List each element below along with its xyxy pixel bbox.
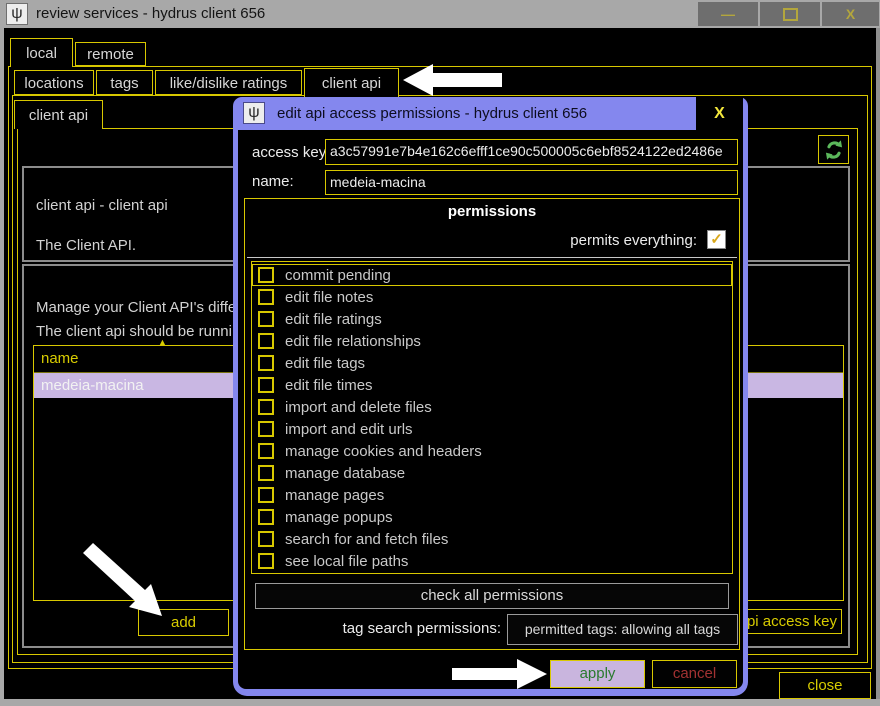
close-icon: X [846,6,855,22]
refresh-button[interactable] [818,135,849,164]
permission-row[interactable]: manage pages [252,484,732,506]
permits-everything-checkbox[interactable]: ✓ [707,230,726,249]
minimize-icon: — [721,6,735,22]
maximize-icon [783,8,798,21]
permission-row[interactable]: search for and fetch files [252,528,732,550]
checkbox-icon[interactable] [258,377,274,393]
permission-label: see local file paths [285,553,408,570]
window-border-left [0,28,4,699]
permission-row[interactable]: see local file paths [252,550,732,572]
checkbox-icon[interactable] [258,311,274,327]
tab-like-dislike-ratings[interactable]: like/dislike ratings [155,70,302,95]
dialog-close-icon: X [714,105,725,122]
manage-text-line2: The client api should be runnin [36,323,240,340]
checkbox-icon[interactable] [258,289,274,305]
permission-label: commit pending [285,267,391,284]
tab-remote[interactable]: remote [75,42,146,66]
checkbox-icon[interactable] [258,399,274,415]
permission-row[interactable]: edit file notes [252,286,732,308]
tab-locations[interactable]: locations [14,70,94,95]
permission-label: edit file tags [285,355,365,372]
dialog-edit-api-permissions: ψ edit api access permissions - hydrus c… [233,97,748,696]
tag-search-permissions-button[interactable]: permitted tags: allowing all tags [507,614,738,645]
access-key-input[interactable]: a3c57991e7b4e162c6efff1ce90c500005c6ebf8… [325,139,738,165]
name-input[interactable]: medeia-macina [325,170,738,195]
checkbox-icon[interactable] [258,355,274,371]
permission-label: import and delete files [285,399,432,416]
service-info-description: The Client API. [36,237,136,254]
checked-icon: ✓ [710,231,723,248]
minimize-button[interactable]: — [698,2,758,26]
permission-row[interactable]: edit file relationships [252,330,732,352]
permission-label: manage popups [285,509,393,526]
window-titlebar: ψ review services - hydrus client 656 — … [0,0,880,28]
tag-search-permissions-label: tag search permissions: [245,620,501,637]
checkbox-icon[interactable] [258,465,274,481]
review-services-window: ψ review services - hydrus client 656 — … [0,0,880,706]
permission-label: import and edit urls [285,421,413,438]
window-border-right [876,28,880,699]
name-label: name: [252,173,294,190]
permission-row[interactable]: import and delete files [252,396,732,418]
permissions-groupbox: permissions permits everything: ✓ commit… [244,198,740,650]
checkbox-icon[interactable] [258,509,274,525]
tab-client-api-service[interactable]: client api [14,100,103,129]
permission-label: edit file relationships [285,333,421,350]
permissions-group-title: permissions [245,203,739,220]
sort-ascending-icon: ▲ [158,337,167,347]
service-info-title: client api - client api [36,197,168,214]
dialog-close-button[interactable]: X [696,97,743,130]
permission-row[interactable]: edit file ratings [252,308,732,330]
permission-label: manage database [285,465,405,482]
permission-row[interactable]: commit pending [252,264,732,286]
permits-everything-label: permits everything: [570,232,697,249]
checkbox-icon[interactable] [258,553,274,569]
dialog-hydrus-icon: ψ [243,102,265,124]
copy-api-access-key-button[interactable]: pi access key [742,609,842,634]
permission-label: search for and fetch files [285,531,448,548]
permissions-divider [247,257,737,258]
checkbox-icon[interactable] [258,333,274,349]
hydrus-app-icon: ψ [6,3,28,25]
permission-row[interactable]: import and edit urls [252,418,732,440]
tab-local[interactable]: local [10,38,73,67]
dialog-title: edit api access permissions - hydrus cli… [277,105,587,122]
permission-row[interactable]: manage database [252,462,732,484]
permissions-list: commit pending edit file notes edit file… [251,261,733,574]
permission-row[interactable]: edit file times [252,374,732,396]
permission-label: manage cookies and headers [285,443,482,460]
permission-row[interactable]: edit file tags [252,352,732,374]
check-all-permissions-button[interactable]: check all permissions [255,583,729,609]
window-title: review services - hydrus client 656 [36,5,265,22]
cancel-button[interactable]: cancel [652,660,737,688]
refresh-icon [823,139,845,161]
window-border-bottom [0,699,880,706]
permission-label: manage pages [285,487,384,504]
permission-label: edit file ratings [285,311,382,328]
access-key-label: access key: [252,144,330,161]
permission-label: edit file notes [285,289,373,306]
checkbox-icon[interactable] [258,443,274,459]
permission-row[interactable]: manage cookies and headers [252,440,732,462]
apply-button[interactable]: apply [550,660,645,688]
maximize-button[interactable] [760,2,820,26]
permission-row[interactable]: manage popups [252,506,732,528]
close-window-button[interactable]: X [822,2,879,26]
tab-tags[interactable]: tags [96,70,153,95]
checkbox-icon[interactable] [258,421,274,437]
tab-client-api[interactable]: client api [304,68,399,97]
dialog-body: access key: a3c57991e7b4e162c6efff1ce90c… [238,130,743,689]
checkbox-icon[interactable] [258,487,274,503]
close-button[interactable]: close [779,672,871,699]
checkbox-icon[interactable] [258,267,274,283]
manage-text-line1: Manage your Client API's differ [36,299,241,316]
checkbox-icon[interactable] [258,531,274,547]
permission-label: edit file times [285,377,373,394]
add-button[interactable]: add [138,609,229,636]
